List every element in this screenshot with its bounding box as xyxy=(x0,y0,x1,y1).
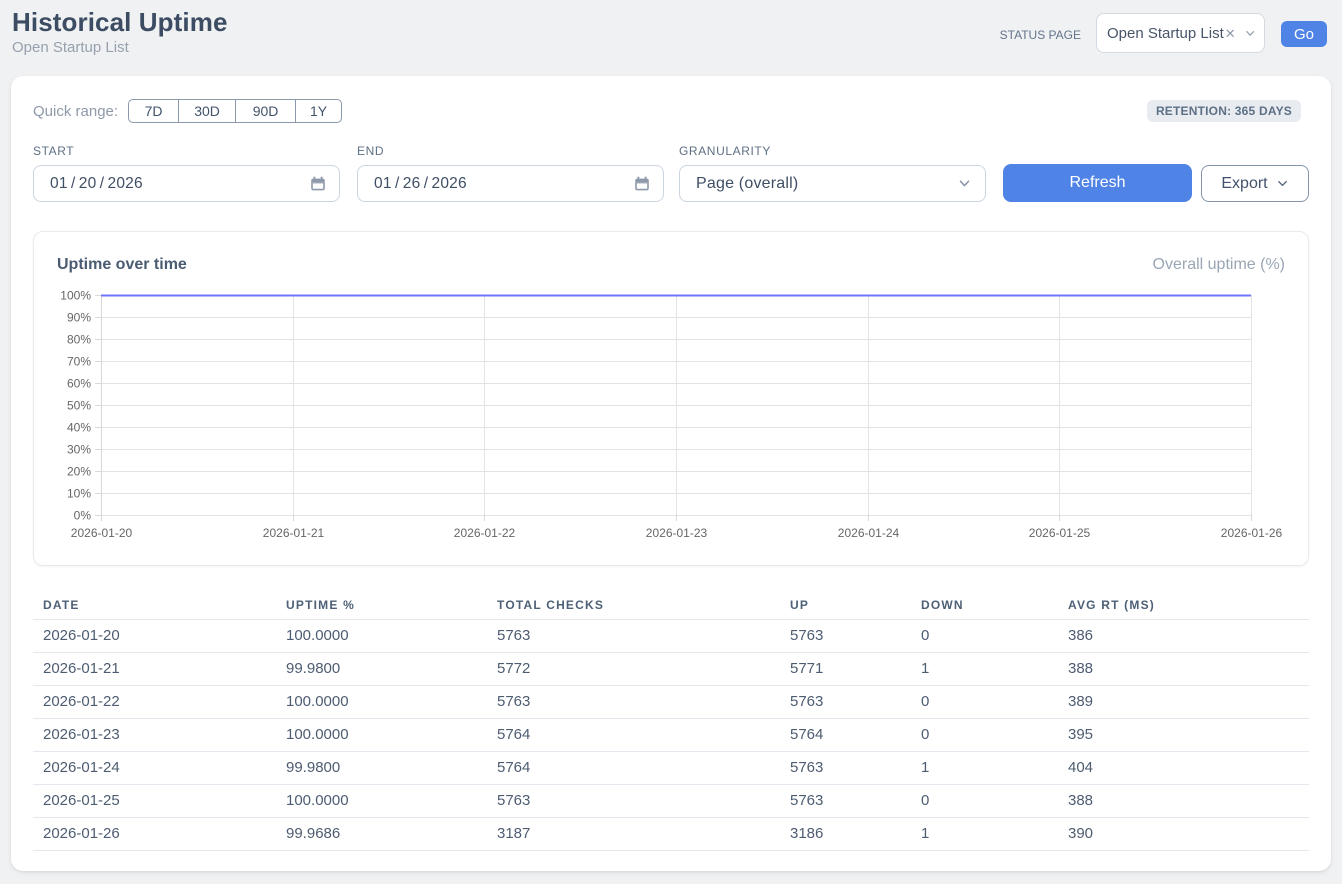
svg-text:70%: 70% xyxy=(67,355,91,369)
svg-text:100%: 100% xyxy=(60,289,91,303)
svg-text:2026-01-23: 2026-01-23 xyxy=(646,526,708,540)
svg-text:0%: 0% xyxy=(74,509,92,523)
svg-text:80%: 80% xyxy=(67,333,91,347)
svg-text:2026-01-22: 2026-01-22 xyxy=(454,526,516,540)
svg-text:2026-01-24: 2026-01-24 xyxy=(838,526,900,540)
svg-text:10%: 10% xyxy=(67,487,91,501)
svg-text:2026-01-21: 2026-01-21 xyxy=(263,526,325,540)
svg-text:20%: 20% xyxy=(67,465,91,479)
svg-text:2026-01-26: 2026-01-26 xyxy=(1221,526,1283,540)
svg-text:90%: 90% xyxy=(67,311,91,325)
svg-text:2026-01-20: 2026-01-20 xyxy=(71,526,133,540)
svg-text:50%: 50% xyxy=(67,399,91,413)
svg-text:2026-01-25: 2026-01-25 xyxy=(1029,526,1091,540)
svg-text:60%: 60% xyxy=(67,377,91,391)
svg-text:30%: 30% xyxy=(67,443,91,457)
svg-text:40%: 40% xyxy=(67,421,91,435)
